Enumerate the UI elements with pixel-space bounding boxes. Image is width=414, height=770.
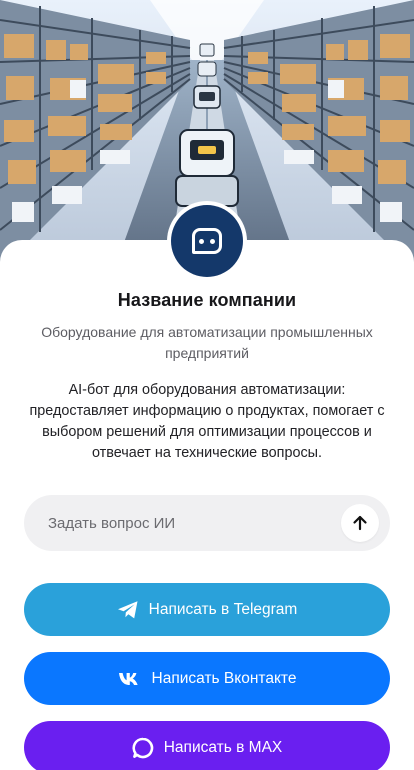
- telegram-icon: [117, 600, 139, 620]
- company-subtitle: Оборудование для автоматизации промышлен…: [41, 324, 373, 361]
- write-vk-label: Написать Вконтакте: [151, 669, 297, 687]
- arrow-up-icon: [353, 515, 367, 531]
- write-telegram-button[interactable]: Написать в Telegram: [24, 583, 390, 636]
- max-messenger-icon: [132, 737, 154, 759]
- ask-ai-field: [24, 495, 390, 551]
- company-logo: [167, 201, 247, 281]
- bot-description: AI-бот для оборудования автоматизации: п…: [29, 382, 385, 461]
- chat-bot-icon: [171, 205, 243, 277]
- send-button[interactable]: [341, 504, 379, 542]
- company-name: Название компании: [117, 290, 297, 310]
- write-max-button[interactable]: Написать в MAX: [24, 721, 390, 770]
- write-telegram-label: Написать в Telegram: [148, 600, 298, 618]
- write-vk-button[interactable]: Написать Вконтакте: [24, 652, 390, 705]
- ask-ai-input[interactable]: [24, 495, 341, 551]
- vk-icon: [118, 672, 142, 686]
- write-max-label: Написать в MAX: [163, 738, 283, 756]
